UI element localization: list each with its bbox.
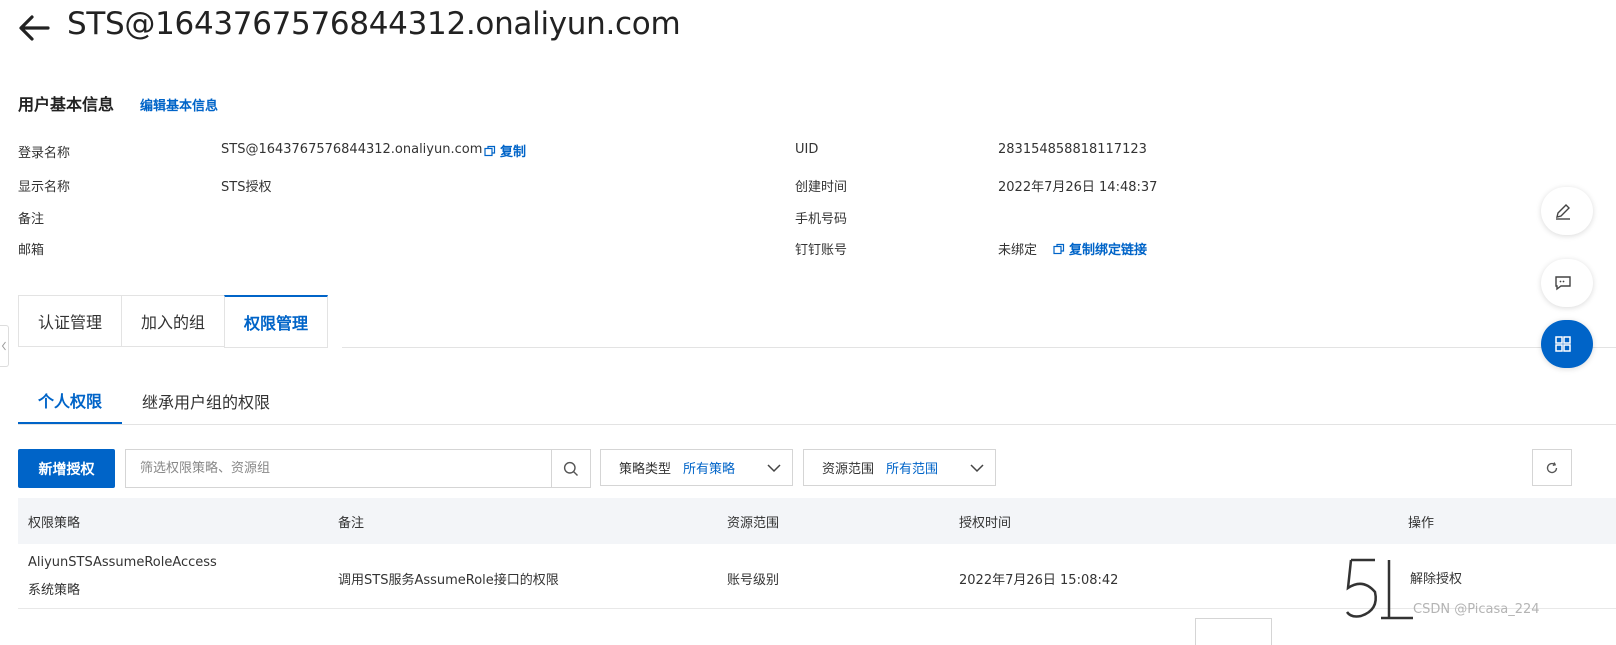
search-button[interactable] <box>551 450 590 487</box>
resource-scope-select[interactable]: 资源范围 所有范围 <box>803 449 996 486</box>
main-tabs: 认证管理 加入的组 权限管理 <box>18 295 329 348</box>
uid-value: 283154858818117123 <box>998 142 1147 157</box>
policy-type-value: 所有策略 <box>683 462 736 477</box>
chat-bubble-icon <box>1555 276 1571 291</box>
tab-joined-groups[interactable]: 加入的组 <box>121 295 225 347</box>
back-arrow-icon[interactable] <box>16 10 52 46</box>
refresh-icon <box>1546 461 1558 473</box>
policy-type-text: 系统策略 <box>28 583 81 598</box>
copy-login-name-label: 复制 <box>500 145 527 160</box>
watermark-text: CSDN @Picasa_224 <box>1413 602 1540 617</box>
add-authorization-button[interactable]: 新增授权 <box>18 449 115 488</box>
subtabs-divider <box>18 424 1616 425</box>
authorization-time-text: 2022年7月26日 15:08:42 <box>959 573 1119 588</box>
table-header: 权限策略 备注 资源范围 授权时间 操作 <box>18 498 1616 544</box>
tab-auth-management[interactable]: 认证管理 <box>18 295 122 347</box>
section-title: 用户基本信息 <box>18 95 115 114</box>
login-name-value: STS@1643767576844312.onaliyun.com <box>221 142 483 157</box>
policy-type-select[interactable]: 策略类型 所有策略 <box>600 449 793 486</box>
float-feedback-button[interactable] <box>1541 259 1593 307</box>
uid-label: UID <box>795 142 819 157</box>
policy-scope-text: 账号级别 <box>727 573 780 588</box>
pagination-box[interactable] <box>1195 618 1272 645</box>
phone-label: 手机号码 <box>795 212 848 227</box>
dingtalk-label: 钉钉账号 <box>795 243 848 258</box>
search-icon <box>563 461 578 476</box>
chevron-down-icon <box>970 463 984 472</box>
display-name-label: 显示名称 <box>18 180 71 195</box>
column-header-policy: 权限策略 <box>28 516 81 531</box>
edit-pen-icon <box>1556 204 1570 220</box>
dingtalk-value: 未绑定 <box>998 243 1038 258</box>
grid-apps-icon <box>1555 336 1571 352</box>
page-title: STS@1643767576844312.onaliyun.com <box>67 6 681 42</box>
login-name-label: 登录名称 <box>18 146 71 161</box>
policy-name-link[interactable]: AliyunSTSAssumeRoleAccess <box>28 555 217 570</box>
search-box <box>125 449 591 488</box>
column-header-scope: 资源范围 <box>727 516 780 531</box>
column-header-action: 操作 <box>1408 516 1435 531</box>
note-label: 备注 <box>18 212 45 227</box>
edit-basic-info-link[interactable]: 编辑基本信息 <box>140 95 218 114</box>
email-label: 邮箱 <box>18 243 45 258</box>
float-apps-button[interactable] <box>1541 320 1593 368</box>
copy-binding-link-button[interactable]: 复制绑定链接 <box>1053 239 1147 258</box>
subtab-inherited-permissions[interactable]: 继承用户组的权限 <box>122 378 290 424</box>
column-header-time: 授权时间 <box>959 516 1012 531</box>
copy-icon <box>1053 243 1065 254</box>
sidebar-collapse-handle[interactable] <box>0 325 9 367</box>
policy-note-text: 调用STS服务AssumeRole接口的权限 <box>338 573 559 588</box>
created-time-value: 2022年7月26日 14:48:37 <box>998 180 1158 195</box>
resource-scope-label: 资源范围 <box>822 462 875 477</box>
created-time-label: 创建时间 <box>795 180 848 195</box>
chevron-down-icon <box>767 463 781 472</box>
copy-icon <box>484 145 496 156</box>
subtab-personal-permissions[interactable]: 个人权限 <box>18 378 123 424</box>
float-edit-button[interactable] <box>1541 187 1593 235</box>
revoke-authorization-link[interactable]: 解除授权 <box>1410 568 1462 587</box>
copy-login-name-button[interactable]: 复制 <box>484 141 526 160</box>
display-name-value: STS授权 <box>221 180 272 195</box>
watermark-logo <box>1345 558 1415 622</box>
sub-tabs: 个人权限 继承用户组的权限 <box>18 378 290 424</box>
policy-type-label: 策略类型 <box>619 462 672 477</box>
resource-scope-value: 所有范围 <box>886 462 939 477</box>
column-header-note: 备注 <box>338 516 365 531</box>
search-input[interactable] <box>126 450 551 487</box>
chevron-left-icon <box>1 341 6 351</box>
refresh-button[interactable] <box>1532 449 1572 486</box>
tabs-divider <box>342 347 1616 348</box>
copy-binding-link-label: 复制绑定链接 <box>1069 243 1148 258</box>
tab-permission-management[interactable]: 权限管理 <box>224 295 329 348</box>
